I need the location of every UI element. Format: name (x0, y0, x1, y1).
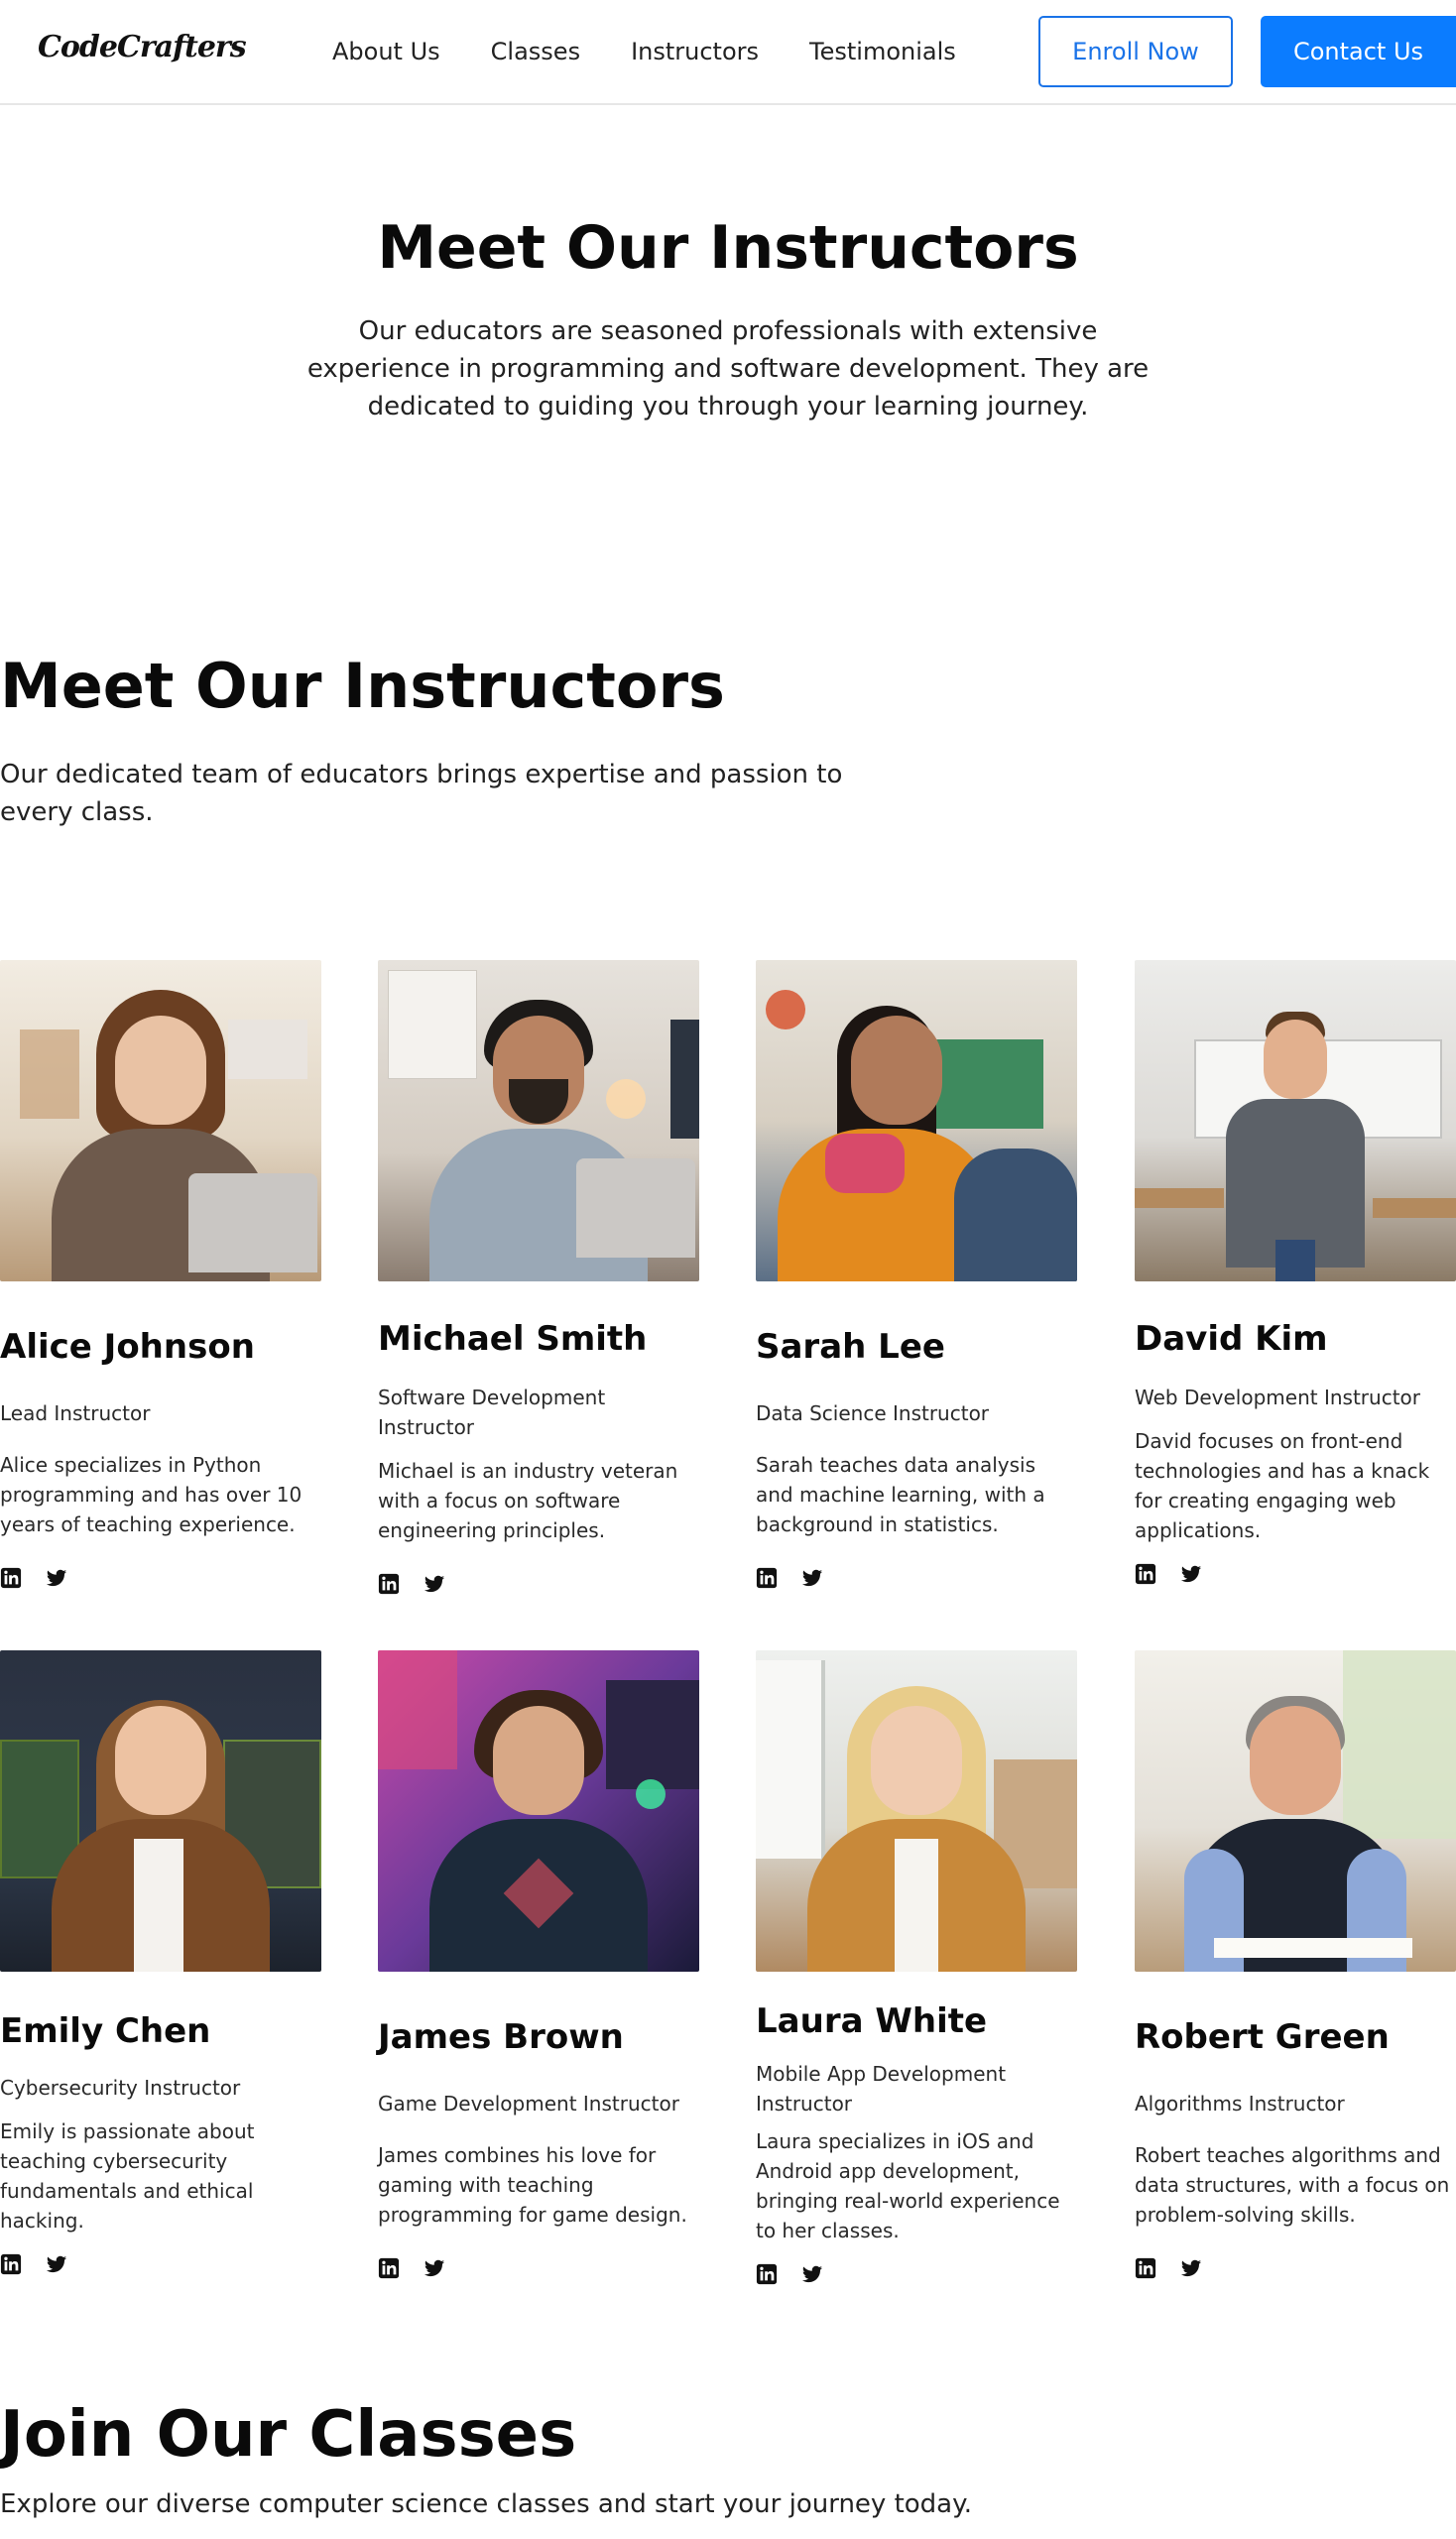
nav-link-instructors[interactable]: Instructors (631, 38, 759, 65)
linkedin-icon[interactable] (756, 1567, 778, 1589)
instructor-role: Lead Instructor (0, 1401, 151, 1425)
instructor-card-james-brown: James Brown Game Development Instructor … (378, 1650, 699, 2279)
instructor-photo (756, 1650, 1077, 1972)
linkedin-icon[interactable] (1135, 2257, 1156, 2279)
hero-title: Meet Our Instructors (377, 213, 1079, 283)
linkedin-icon[interactable] (0, 1567, 22, 1589)
instructor-card-michael-smith: Michael Smith Software Development Instr… (378, 960, 699, 1595)
instructor-card-emily-chen: Emily Chen Cybersecurity Instructor Emil… (0, 1650, 321, 2275)
instructor-photo (378, 960, 699, 1281)
instructor-photo (0, 960, 321, 1281)
team-section-title: Meet Our Instructors (0, 650, 725, 722)
social-links (0, 1567, 321, 1589)
instructor-bio: Michael is an industry veteran with a fo… (378, 1459, 678, 1542)
instructor-card-sarah-lee: Sarah Lee Data Science Instructor Sarah … (756, 960, 1077, 1589)
instructor-card-david-kim: David Kim Web Development Instructor Dav… (1135, 960, 1456, 1585)
instructor-name: Alice Johnson (0, 1327, 255, 1367)
twitter-icon[interactable] (46, 1567, 67, 1589)
nav-link-testimonials[interactable]: Testimonials (809, 38, 956, 65)
instructor-card-alice-johnson: Alice Johnson Lead Instructor Alice spec… (0, 960, 321, 1589)
team-section-description: Our dedicated team of educators brings e… (0, 760, 843, 827)
join-section-title: Join Our Classes (0, 2398, 577, 2472)
instructor-name: David Kim (1135, 1319, 1328, 1359)
linkedin-icon[interactable] (0, 2253, 22, 2275)
instructor-photo (1135, 960, 1456, 1281)
linkedin-icon[interactable] (378, 2257, 400, 2279)
instructor-role: Software Development Instructor (378, 1386, 606, 1439)
instructor-name: Sarah Lee (756, 1327, 945, 1367)
social-links (756, 2263, 1077, 2285)
instructor-role: Mobile App Development Instructor (756, 2062, 1007, 2116)
instructor-bio: Emily is passionate about teaching cyber… (0, 2119, 255, 2233)
twitter-icon[interactable] (1180, 2257, 1202, 2279)
instructor-bio: David focuses on front-end technologies … (1135, 1429, 1430, 1542)
instructor-bio: Laura specializes in iOS and Android app… (756, 2129, 1060, 2242)
contact-us-button[interactable]: Contact Us (1261, 16, 1456, 87)
linkedin-icon[interactable] (1135, 1563, 1156, 1585)
linkedin-icon[interactable] (378, 1573, 400, 1595)
twitter-icon[interactable] (801, 2263, 823, 2285)
instructor-name: Robert Green (1135, 2017, 1390, 2057)
social-links (1135, 2257, 1456, 2279)
instructor-role: Game Development Instructor (378, 2092, 679, 2116)
hero-description: Our educators are seasoned professionals… (306, 316, 1150, 422)
twitter-icon[interactable] (46, 2253, 67, 2275)
nav-link-about-us[interactable]: About Us (332, 38, 440, 65)
instructor-name: Laura White (756, 2001, 988, 2041)
twitter-icon[interactable] (1180, 1563, 1202, 1585)
twitter-icon[interactable] (424, 2257, 445, 2279)
instructor-role: Cybersecurity Instructor (0, 2076, 241, 2100)
nav-link-classes[interactable]: Classes (491, 38, 580, 65)
instructor-card-robert-green: Robert Green Algorithms Instructor Rober… (1135, 1650, 1456, 2279)
instructor-bio: Robert teaches algorithms and data struc… (1135, 2143, 1450, 2227)
social-links (378, 1573, 699, 1595)
top-navigation: CodeCrafters About Us Classes Instructor… (0, 0, 1456, 105)
instructor-photo (378, 1650, 699, 1972)
hero-section: Meet Our Instructors Our educators are s… (0, 213, 1456, 425)
social-links (756, 1567, 1077, 1589)
enroll-now-button[interactable]: Enroll Now (1038, 16, 1233, 87)
instructor-photo (0, 1650, 321, 1972)
instructor-role: Algorithms Instructor (1135, 2092, 1345, 2116)
nav-links: About Us Classes Instructors Testimonial… (332, 0, 1007, 103)
social-links (378, 2257, 699, 2279)
instructor-bio: Sarah teaches data analysis and machine … (756, 1453, 1045, 1536)
instructor-name: James Brown (378, 2017, 624, 2057)
instructor-name: Michael Smith (378, 1319, 648, 1359)
instructor-role: Web Development Instructor (1135, 1386, 1420, 1409)
social-links (1135, 1563, 1456, 1585)
instructor-name: Emily Chen (0, 2011, 211, 2051)
instructor-photo (756, 960, 1077, 1281)
instructor-role: Data Science Instructor (756, 1401, 990, 1425)
instructor-bio: James combines his love for gaming with … (378, 2143, 687, 2227)
site-logo[interactable]: CodeCrafters (38, 30, 247, 64)
join-section-description: Explore our diverse computer science cla… (0, 2489, 973, 2519)
twitter-icon[interactable] (424, 1573, 445, 1595)
twitter-icon[interactable] (801, 1567, 823, 1589)
social-links (0, 2253, 321, 2275)
instructor-photo (1135, 1650, 1456, 1972)
instructor-card-laura-white: Laura White Mobile App Development Instr… (756, 1650, 1077, 2285)
linkedin-icon[interactable] (756, 2263, 778, 2285)
instructor-bio: Alice specializes in Python programming … (0, 1453, 303, 1536)
